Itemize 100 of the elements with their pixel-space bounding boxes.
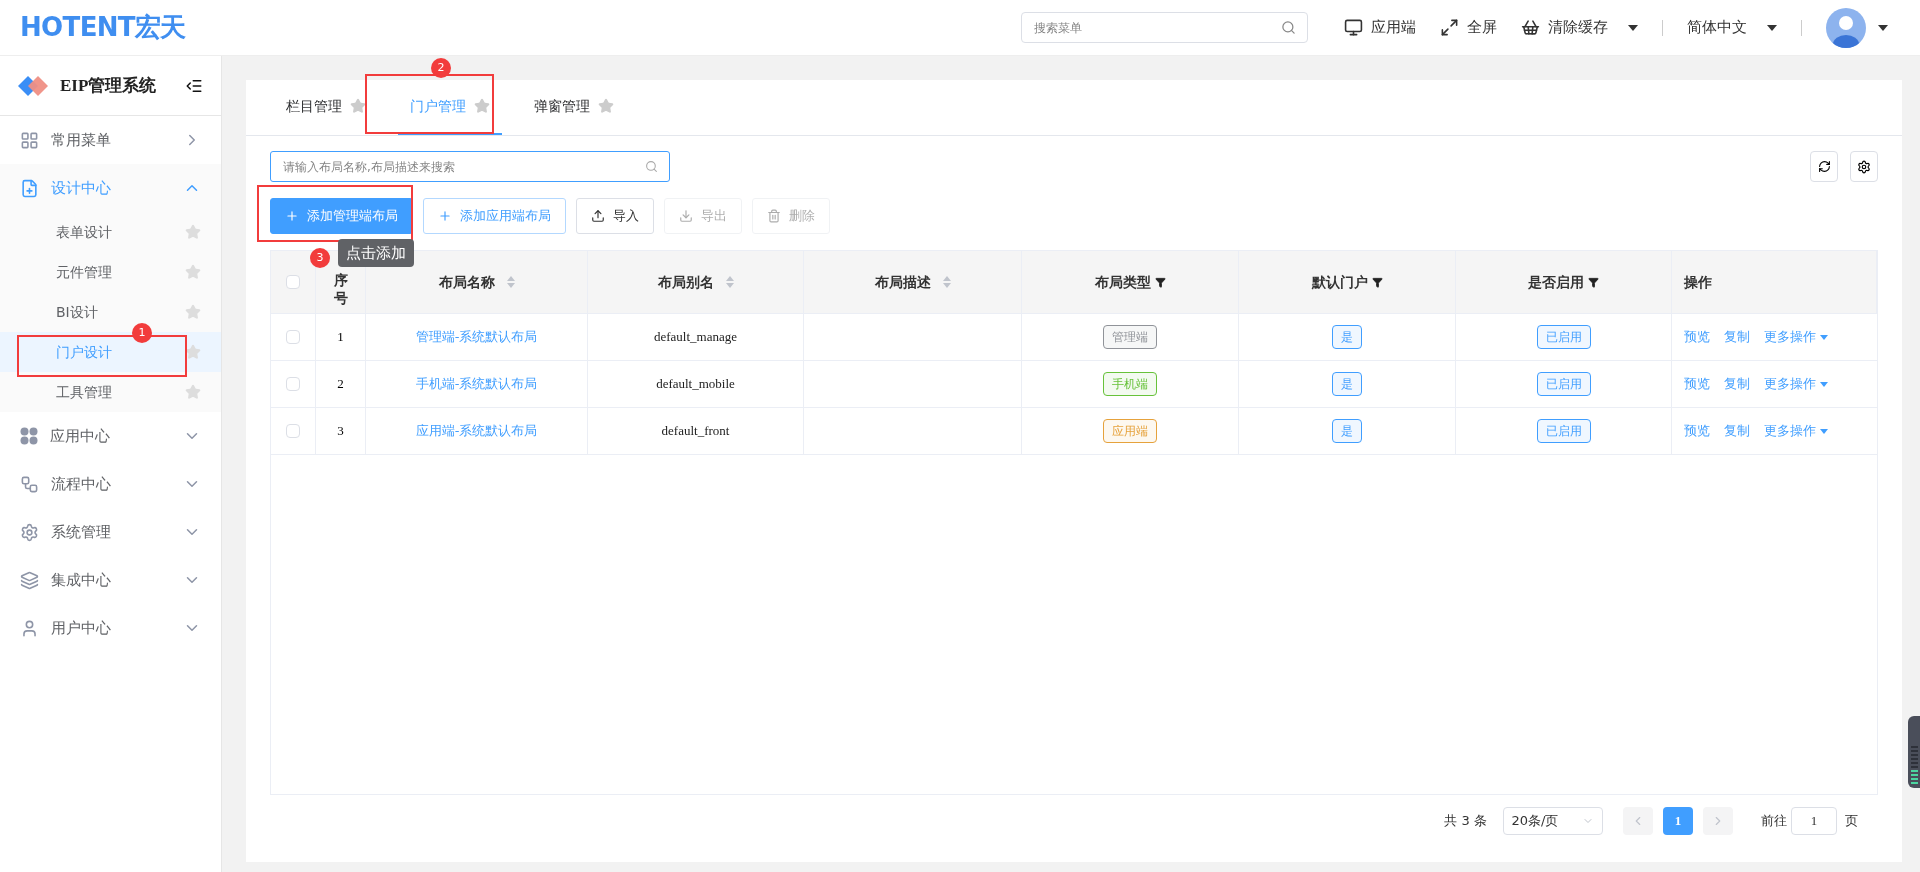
column-header: 布局别名	[657, 272, 714, 292]
status-tag: 已启用	[1536, 372, 1591, 396]
action-link[interactable]: 更多操作	[1764, 374, 1828, 394]
table-cell-text: default_manage	[654, 328, 737, 347]
checkbox[interactable]	[286, 275, 300, 289]
page-button[interactable]: 1	[1663, 807, 1693, 835]
action-link[interactable]: 复制	[1724, 374, 1750, 394]
action-link[interactable]: 预览	[1684, 374, 1710, 394]
action-link[interactable]: 更多操作	[1764, 327, 1828, 347]
star-icon[interactable]	[185, 384, 201, 400]
sidebar-menu-item[interactable]: 集成中心	[0, 556, 221, 604]
tooltip: 点击添加	[338, 239, 414, 267]
tab[interactable]: 栏目管理	[274, 79, 378, 135]
logo: HOTENT宏天	[20, 12, 186, 42]
star-icon[interactable]	[185, 224, 201, 240]
star-icon[interactable]	[185, 344, 201, 360]
column-header: 布局名称	[438, 272, 495, 292]
trash-icon	[767, 209, 781, 223]
filter-icon[interactable]	[1588, 276, 1599, 288]
search-icon	[1281, 20, 1296, 35]
checkbox[interactable]	[286, 330, 300, 344]
search-field[interactable]: 请输入布局名称,布局描述来搜索	[270, 151, 670, 182]
status-tag: 已启用	[1536, 325, 1591, 349]
toolbar-button[interactable]: 导入	[576, 198, 654, 234]
checkbox[interactable]	[286, 377, 300, 391]
toolbar-button[interactable]: 添加管理端布局	[270, 198, 413, 234]
plus-icon	[285, 209, 299, 223]
system-title: EIP管理系统	[60, 74, 158, 97]
star-icon[interactable]	[185, 264, 201, 280]
status-tag: 是	[1332, 372, 1362, 396]
column-header: 布局描述	[874, 272, 931, 292]
type-tag: 应用端	[1103, 419, 1157, 443]
star-icon[interactable]	[185, 304, 201, 320]
sidebar-submenu-item[interactable]: 工具管理	[0, 372, 221, 412]
settings-icon	[1857, 159, 1871, 174]
fullscreen-icon	[1440, 18, 1459, 37]
page-suffix: 页	[1845, 812, 1858, 831]
file-plus-icon	[20, 178, 39, 198]
sidebar-menu-item[interactable]: 常用菜单	[0, 116, 221, 164]
search-icon	[645, 160, 658, 173]
header-button[interactable]: 全屏	[1440, 16, 1497, 39]
table-cell-text: 3	[337, 422, 344, 441]
page-input[interactable]: 1	[1791, 807, 1837, 835]
layout-name-link[interactable]: 管理端-系统默认布局	[415, 327, 538, 347]
caret-icon	[1767, 24, 1777, 31]
type-tag: 手机端	[1103, 372, 1157, 396]
user-icon	[20, 618, 39, 638]
column-header: 是否启用	[1528, 272, 1584, 292]
refresh-button[interactable]	[1810, 151, 1838, 182]
layout-name-link[interactable]: 应用端-系统默认布局	[415, 421, 538, 441]
basket-icon	[1521, 18, 1540, 37]
caret-icon	[1878, 24, 1888, 31]
star-icon	[598, 98, 614, 114]
column-header: 序号	[333, 271, 348, 307]
type-tag: 管理端	[1103, 325, 1157, 349]
action-link[interactable]: 复制	[1724, 421, 1750, 441]
prev-page-button[interactable]	[1623, 807, 1653, 835]
filter-icon[interactable]	[1154, 276, 1166, 288]
status-tag: 是	[1332, 325, 1362, 349]
sort-icon[interactable]	[506, 276, 515, 288]
settings-icon	[20, 522, 39, 542]
sidebar-menu-item[interactable]: 应用中心	[0, 412, 221, 460]
page-size-select[interactable]: 20条/页	[1503, 807, 1603, 835]
status-tag: 是	[1332, 419, 1362, 443]
star-icon	[350, 98, 366, 114]
total-count: 共 3 条	[1444, 812, 1487, 831]
tab[interactable]: 门户管理	[398, 79, 502, 135]
next-page-button[interactable]	[1703, 807, 1733, 835]
language-select[interactable]: 简体中文	[1687, 16, 1777, 39]
sort-icon[interactable]	[725, 276, 734, 288]
settings-button[interactable]	[1850, 151, 1878, 182]
layout-name-link[interactable]: 手机端-系统默认布局	[415, 374, 538, 394]
apps-icon	[20, 427, 38, 445]
table-cell-text: 1	[337, 328, 344, 347]
sidebar-submenu-item[interactable]: 元件管理	[0, 252, 221, 292]
action-link[interactable]: 更多操作	[1764, 421, 1828, 441]
user-avatar[interactable]	[1826, 7, 1866, 48]
checkbox[interactable]	[286, 424, 300, 438]
step-marker: 2	[431, 58, 451, 78]
action-link[interactable]: 预览	[1684, 327, 1710, 347]
sidebar-menu-item[interactable]: 设计中心	[0, 164, 221, 212]
goto-label: 前往	[1761, 812, 1787, 831]
filter-icon[interactable]	[1371, 276, 1383, 288]
sidebar-menu-item[interactable]: 流程中心	[0, 460, 221, 508]
header-button[interactable]: 应用端	[1344, 16, 1416, 39]
column-header: 布局类型	[1094, 272, 1151, 292]
star-icon	[474, 98, 490, 114]
tab[interactable]: 弹窗管理	[522, 79, 626, 135]
layers-icon	[20, 570, 39, 590]
caret-icon	[1820, 334, 1828, 340]
toolbar-button[interactable]: 添加应用端布局	[423, 198, 566, 234]
sort-icon[interactable]	[942, 276, 951, 288]
column-header: 操作	[1684, 272, 1712, 292]
header-button[interactable]: 清除缓存	[1521, 16, 1638, 39]
sidebar-submenu-item[interactable]: 表单设计	[0, 212, 221, 252]
sidebar-menu-item[interactable]: 用户中心	[0, 604, 221, 652]
action-link[interactable]: 复制	[1724, 327, 1750, 347]
action-link[interactable]: 预览	[1684, 421, 1710, 441]
upload-icon	[591, 209, 605, 223]
sidebar-menu-item[interactable]: 系统管理	[0, 508, 221, 556]
